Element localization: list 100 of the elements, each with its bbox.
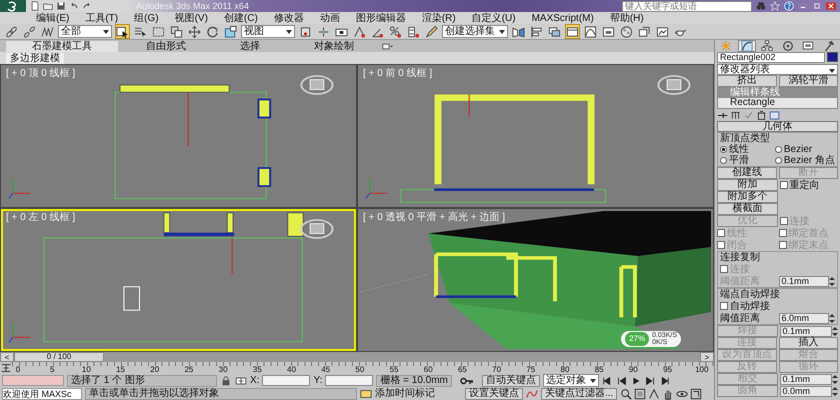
material-sphere-tool-button[interactable] [619, 24, 634, 39]
previous-frame-button[interactable]: < [0, 352, 14, 362]
percent-snap-tool-button[interactable] [388, 24, 403, 39]
maximize-viewport-icon[interactable] [690, 388, 702, 400]
object-name-field[interactable]: Rectangle002 [717, 52, 825, 62]
curve-panel-tab[interactable] [738, 40, 756, 52]
menu-item[interactable]: 动画 [320, 12, 340, 24]
render-setup-tool-button[interactable] [637, 24, 652, 39]
panel-button[interactable]: 附加多个 [717, 191, 778, 203]
dropdown[interactable]: 创建选择集 [442, 25, 508, 38]
help-icon[interactable] [784, 1, 794, 11]
object-color-swatch[interactable] [827, 52, 838, 62]
binoculars-icon[interactable] [756, 1, 766, 11]
radio-button[interactable]: Bezier [774, 144, 835, 155]
radio-button[interactable]: Bezier 角点 [774, 155, 835, 166]
time-tag-icon[interactable] [360, 388, 372, 400]
viewcube-icon[interactable] [300, 219, 334, 239]
redo-icon[interactable] [82, 1, 92, 11]
spinner-arrows-icon[interactable] [829, 276, 835, 286]
next-key-icon[interactable] [644, 374, 656, 386]
menu-item[interactable]: 视图(V) [174, 12, 208, 24]
time-slider-thumb[interactable]: 0 / 100 [14, 352, 104, 362]
cursor-tool-button[interactable] [115, 24, 130, 39]
spinner-field[interactable]: 0.0mm [780, 386, 832, 396]
auto-key-button[interactable]: 自动关键点 [482, 374, 540, 386]
broken-chain-tool-button[interactable] [22, 24, 37, 39]
show-end-result-icon[interactable] [730, 110, 741, 120]
key-curve-icon[interactable] [526, 388, 538, 400]
menu-item[interactable]: 自定义(U) [472, 12, 516, 24]
spinner-arrows-icon[interactable] [829, 312, 835, 324]
scale-tool-button[interactable] [223, 24, 238, 39]
spinner-snap-tool-button[interactable] [406, 24, 421, 39]
y-coordinate-field[interactable] [325, 375, 374, 386]
panel-button[interactable]: 横截面 [717, 203, 778, 215]
menu-item[interactable]: MAXScript(M) [532, 12, 594, 24]
ribbon-panel-tab[interactable]: 多边形建模 [6, 52, 64, 64]
spinner-arrows-icon[interactable] [832, 326, 838, 336]
zoom-extents-icon[interactable] [634, 388, 646, 400]
panel-button[interactable]: 插入 [778, 337, 838, 349]
spinner-field[interactable]: 6.0mm [778, 312, 829, 324]
x-coordinate-field[interactable] [262, 375, 310, 386]
modifier-button[interactable]: 涡轮平滑 [778, 75, 838, 87]
key-target-dropdown[interactable]: 选定对象 [542, 374, 599, 387]
spinner-arrows-icon[interactable] [832, 374, 838, 384]
next-frame-button[interactable]: > [700, 352, 714, 362]
save-icon[interactable] [56, 1, 66, 11]
ribbon-tab[interactable]: 石墨建模工具 [6, 40, 118, 52]
curve-graph-tool-button[interactable] [583, 24, 598, 39]
menu-item[interactable]: 帮助(H) [610, 12, 644, 24]
modifier-button[interactable]: 挤出 [717, 75, 776, 87]
viewport[interactable]: [ + 0 左 0 线框 ] [1, 209, 356, 351]
app-logo-icon[interactable] [0, 0, 26, 12]
viewport-label[interactable]: [ + 0 左 0 线框 ] [3, 211, 78, 224]
absolute-mode-icon[interactable] [235, 374, 247, 386]
minimize-icon[interactable] [798, 1, 808, 11]
menu-item[interactable]: 修改器 [274, 12, 304, 24]
zoom-icon[interactable] [620, 388, 632, 400]
configure-sets-icon[interactable] [769, 110, 780, 120]
spinner-field[interactable]: 0.1mm [780, 374, 832, 384]
viewport-label[interactable]: [ + 0 前 0 线框 ] [360, 67, 436, 80]
add-time-tag-link[interactable]: 添加时间标记 [375, 388, 435, 399]
menu-item[interactable]: 创建(C) [224, 12, 258, 24]
panel-button[interactable]: 创建线 [717, 167, 776, 179]
modifier-list-dropdown[interactable]: 修改器列表 [717, 64, 838, 74]
menu-item[interactable]: 工具(T) [85, 12, 118, 24]
viewcube-icon[interactable] [300, 75, 334, 95]
rotate-tool-button[interactable] [205, 24, 220, 39]
ribbon-tab[interactable]: 选择 [214, 40, 286, 52]
viewport-label[interactable]: [ + 0 透视 0 平滑 + 高光 + 边面 ] [360, 211, 508, 224]
spinner-field[interactable]: 0.1mm [778, 276, 829, 286]
align-tool-button[interactable] [529, 24, 544, 39]
script-input-field[interactable] [2, 375, 64, 386]
ribbon-tab[interactable]: 对象绘制 [288, 40, 380, 52]
viewcube-icon[interactable] [657, 75, 690, 95]
move-arrows-tool-button[interactable] [187, 24, 202, 39]
dropdown[interactable]: 全部 [58, 25, 112, 38]
rollout-header[interactable]: 几何体 [717, 121, 838, 132]
overlapping-squares-tool-button[interactable] [169, 24, 184, 39]
checkbox[interactable]: 自动焊接 [720, 300, 776, 312]
menu-item[interactable]: 编辑(E) [36, 12, 70, 24]
ribbon-toggle-tool-button[interactable] [565, 24, 580, 39]
viewport-label[interactable]: [ + 0 顶 0 线框 ] [3, 67, 78, 80]
spinner-field[interactable]: 0.1mm [780, 326, 832, 336]
viewport[interactable]: [ + 0 顶 0 线框 ] [1, 65, 356, 207]
field-of-view-icon[interactable] [648, 388, 660, 400]
panel-button[interactable]: 附加 [717, 179, 778, 191]
stack-item[interactable]: Rectangle [718, 98, 837, 108]
search-field[interactable]: 键入关键字或短语 [622, 0, 752, 12]
dropdown[interactable]: 视图 [241, 25, 295, 38]
previous-key-icon[interactable] [616, 374, 628, 386]
chain-link-tool-button[interactable] [4, 24, 19, 39]
menu-item[interactable]: 渲染(R) [422, 12, 456, 24]
star-icon[interactable] [770, 1, 780, 11]
undo-icon[interactable] [69, 1, 79, 11]
spinner-arrows-icon[interactable] [832, 386, 838, 396]
close-icon[interactable] [826, 1, 836, 11]
radio-button[interactable]: 平滑 [720, 155, 775, 166]
menu-item[interactable]: 图形编辑器 [356, 12, 406, 24]
radio-button[interactable]: 线性 [720, 144, 775, 155]
spring-tool-button[interactable] [40, 24, 55, 39]
